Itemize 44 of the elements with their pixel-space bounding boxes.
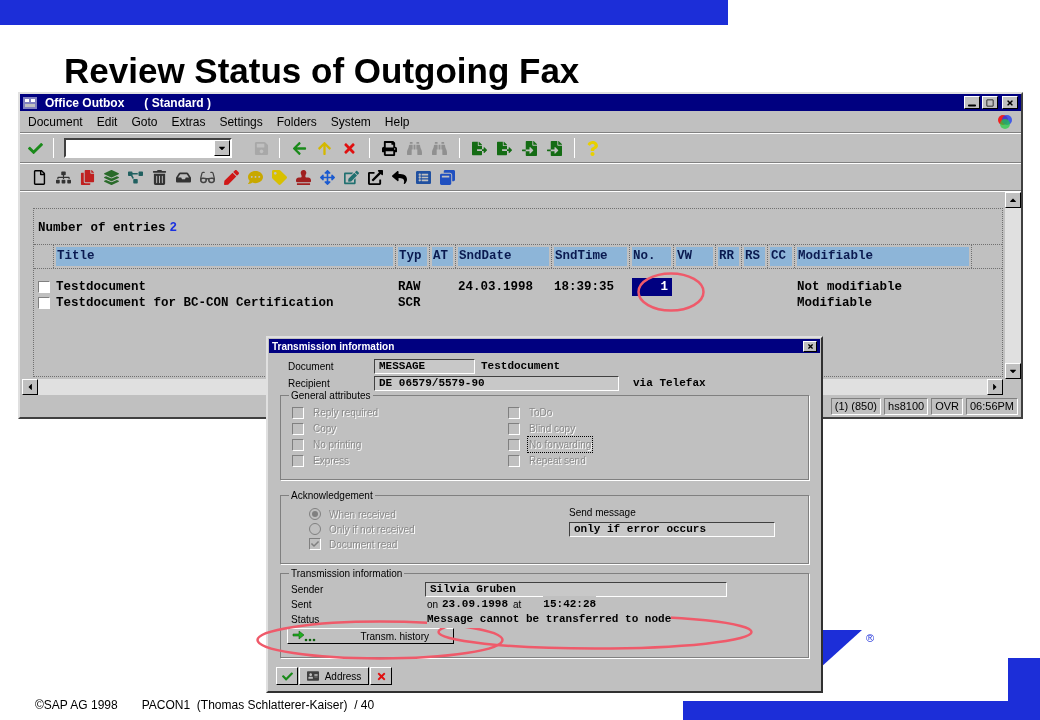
table-cell-text: 24.03.1998	[458, 278, 533, 296]
option-label: Document read	[329, 537, 398, 552]
dialog-title: Transmission information	[272, 339, 395, 354]
status-field: (1) (850)	[830, 397, 882, 415]
table-cell-text: Modifiable	[797, 294, 872, 312]
group-title: Transmission information	[290, 567, 404, 581]
entry-count: 2	[169, 220, 178, 238]
status-field: hs8100	[884, 397, 929, 415]
field-label: Document	[288, 359, 335, 374]
option-label: Reply required	[312, 406, 380, 420]
field-label: Status	[291, 613, 321, 627]
entry-count-label: Number of entries	[38, 220, 166, 238]
table-cell-text: Not modifiable	[797, 278, 903, 296]
field-label: Sent	[291, 598, 313, 612]
field-label: Recipient	[288, 376, 331, 391]
table-cell-text: SCR	[398, 294, 421, 312]
status-text: Message cannot be transferred to node	[427, 611, 672, 628]
registered-mark: ®	[866, 631, 875, 646]
window-title: Office Outbox	[45, 94, 125, 112]
option-label: Copy	[312, 422, 338, 436]
group-title: Acknowledgement	[290, 489, 374, 503]
group-title: General attributes	[290, 389, 372, 403]
window-subtitle: ( Standard )	[144, 94, 211, 112]
slide-footer: PACON1 (Thomas Schlatterer-Kaiser) / 40	[141, 696, 375, 714]
option-label: Repeat send	[528, 454, 587, 468]
option-label: Express	[312, 454, 351, 468]
slide-title: Review Status of Outgoing Fax	[64, 51, 581, 91]
table-cell-text: Testdocument for BC-CON Certification	[56, 294, 334, 312]
sent-on-label: on	[427, 598, 439, 612]
document-name: Testdocument	[481, 358, 561, 374]
via-text: via Telefax	[633, 375, 706, 391]
field-label: Sender	[291, 582, 325, 597]
field-label: Send message	[569, 506, 637, 520]
table-cell-text: 18:39:35	[554, 278, 614, 296]
table-cell-text: RAW	[398, 278, 421, 296]
option-label: ToDo	[528, 406, 554, 420]
option-label: When received	[329, 507, 396, 522]
slide-footer: ©SAP AG 1998	[35, 696, 118, 714]
table-cell: 1	[632, 277, 672, 297]
status-field: 06:56PM	[965, 397, 1018, 415]
sent-date: 23.09.1998	[442, 597, 508, 613]
option-label: Only if not received	[329, 522, 415, 537]
status-field: OVR	[931, 397, 963, 415]
table-cell-text: Testdocument	[56, 278, 146, 296]
